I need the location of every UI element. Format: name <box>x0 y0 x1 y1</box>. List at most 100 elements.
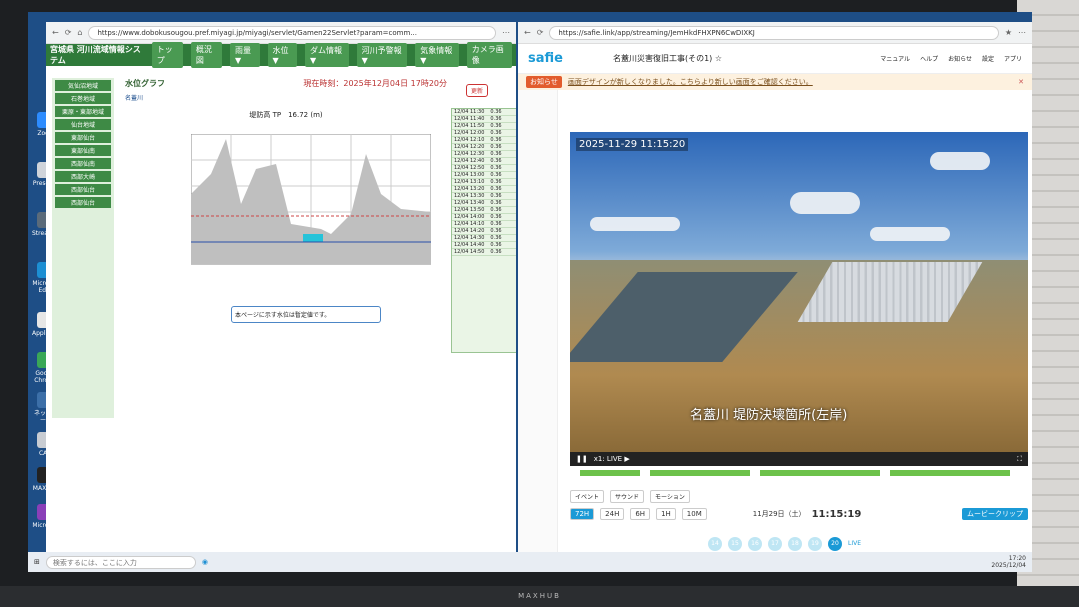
left-address-bar: ← ⟳ ⌂ https://www.dobokusougou.pref.miya… <box>46 22 516 44</box>
timeline[interactable] <box>570 468 1028 478</box>
day-15[interactable]: 15 <box>728 537 742 551</box>
table-value: 0.36 <box>490 172 502 178</box>
nav-camera[interactable]: カメラ画像 <box>466 42 512 68</box>
chip-motion[interactable]: モーション <box>650 490 690 503</box>
day-19[interactable]: 19 <box>808 537 822 551</box>
sidebar-item[interactable]: 仙台地域 <box>55 119 111 130</box>
range-24h[interactable]: 24H <box>600 508 625 520</box>
sidebar-item[interactable]: 気仙沼地域 <box>55 80 111 91</box>
favorite-icon[interactable]: ★ <box>1005 28 1012 37</box>
playback-date: 11月29日（土） <box>752 510 806 518</box>
sidebar-item[interactable]: 西部仙台 <box>55 184 111 195</box>
sidebar-item[interactable]: 東部仙台 <box>55 132 111 143</box>
site-title: 宮城県 河川流域情報システム <box>50 45 141 65</box>
table-time: 12/04 11:30 <box>454 109 485 115</box>
table-row: 12/04 12:30 0.36 <box>452 151 516 158</box>
player-controls: ❚❚ x1: LIVE ▶ ⛶ <box>570 452 1028 466</box>
notice-bar: お知らせ 画面デザインが新しくなりました。こちらより新しい画面をご確認ください。… <box>518 74 1032 90</box>
table-value: 0.36 <box>490 151 502 157</box>
table-time: 12/04 13:50 <box>454 207 485 213</box>
nav-water-level[interactable]: 水位▼ <box>267 43 298 67</box>
table-time: 12/04 12:00 <box>454 130 485 136</box>
start-icon[interactable]: ⊞ <box>34 558 40 566</box>
range-72h[interactable]: 72H <box>570 508 595 520</box>
nav-dam[interactable]: ダム情報▼ <box>305 43 349 67</box>
day-16[interactable]: 16 <box>748 537 762 551</box>
day-14[interactable]: 14 <box>708 537 722 551</box>
header-settings[interactable]: 設定 <box>982 54 994 63</box>
table-time: 12/04 14:20 <box>454 228 485 234</box>
range-6h[interactable]: 6H <box>630 508 651 520</box>
table-value: 0.36 <box>490 193 502 199</box>
close-icon[interactable]: ✕ <box>1018 78 1024 86</box>
sidebar-item[interactable]: 栗原・東部地域 <box>55 106 111 117</box>
day-17[interactable]: 17 <box>768 537 782 551</box>
sidebar-item[interactable]: 西部大崎 <box>55 171 111 182</box>
reload-icon[interactable]: ⟳ <box>537 28 544 37</box>
back-icon[interactable]: ← <box>524 28 531 37</box>
chip-sound[interactable]: サウンド <box>610 490 645 503</box>
header-notice[interactable]: お知らせ <box>948 54 972 63</box>
sidebar-item[interactable]: 西部仙台 <box>55 197 111 208</box>
table-value: 0.36 <box>490 130 502 136</box>
table-time: 12/04 14:00 <box>454 214 485 220</box>
taskbar-search[interactable]: 検索するには、ここに入力 <box>45 555 196 569</box>
range-10m[interactable]: 10M <box>681 508 707 520</box>
menu-icon[interactable]: ⋯ <box>502 28 510 37</box>
nav-top[interactable]: トップ <box>151 42 183 68</box>
back-icon[interactable]: ← <box>52 28 59 37</box>
table-row: 12/04 14:00 0.36 <box>452 214 516 221</box>
range-1h[interactable]: 1H <box>656 508 676 520</box>
refresh-button[interactable]: 更新 <box>466 84 489 97</box>
tray-time: 17:20 <box>1008 555 1026 562</box>
table-value: 0.36 <box>490 221 502 227</box>
table-time: 12/04 14:10 <box>454 221 485 227</box>
table-row: 12/04 14:30 0.36 <box>452 235 516 242</box>
playback-speed[interactable]: x1: LIVE ▶ <box>594 455 630 463</box>
table-row: 12/04 11:40 0.36 <box>452 116 516 123</box>
table-row: 12/04 13:20 0.36 <box>452 186 516 193</box>
table-value: 0.36 <box>490 207 502 213</box>
nav-overview[interactable]: 概況図 <box>190 42 223 68</box>
water-level-panel: 水位グラフ 現在時刻：2025年12月04日 17時20分 名蓋川 堤防高 TP… <box>121 76 451 336</box>
fullscreen-icon[interactable]: ⛶ <box>1017 455 1022 464</box>
sidebar-item[interactable]: 石巻地域 <box>55 93 111 104</box>
table-row: 12/04 12:00 0.36 <box>452 130 516 137</box>
pause-icon[interactable]: ❚❚ <box>576 455 588 463</box>
sidebar-item[interactable]: 西部仙南 <box>55 158 111 169</box>
table-row: 12/04 14:10 0.36 <box>452 221 516 228</box>
tray-date: 2025/12/04 <box>991 562 1026 569</box>
menu-icon[interactable]: ⋯ <box>1018 28 1026 37</box>
header-help[interactable]: ヘルプ <box>920 54 938 63</box>
edge-taskbar-icon[interactable]: ◉ <box>202 558 208 566</box>
header-app[interactable]: アプリ <box>1004 54 1022 63</box>
movie-clip-button[interactable]: ムービークリップ <box>962 508 1028 520</box>
nav-warning[interactable]: 河川予警報▼ <box>356 43 408 67</box>
right-url-input[interactable]: https://safie.link/app/streaming/JemHkdF… <box>549 25 999 40</box>
chip-event[interactable]: イベント <box>570 490 605 503</box>
table-row: 12/04 12:10 0.36 <box>452 137 516 144</box>
chart-title: 堤防高 TP 16.72 (m) <box>249 111 323 119</box>
table-row: 12/04 13:00 0.36 <box>452 172 516 179</box>
home-icon[interactable]: ⌂ <box>77 28 82 37</box>
table-time: 12/04 12:20 <box>454 144 485 150</box>
sidebar-item[interactable]: 東部仙南 <box>55 145 111 156</box>
table-time: 12/04 14:40 <box>454 242 485 248</box>
left-url-input[interactable]: https://www.dobokusougou.pref.miyagi.jp/… <box>88 25 496 40</box>
right-address-bar: ← ⟳ https://safie.link/app/streaming/Jem… <box>518 22 1032 44</box>
video-sky <box>570 132 1028 272</box>
day-18[interactable]: 18 <box>788 537 802 551</box>
event-chips: イベント サウンド モーション <box>570 490 690 503</box>
table-value: 0.36 <box>490 235 502 241</box>
screen: Zoom Presenta StreamGr Microsoft Edge Ap… <box>28 12 1032 572</box>
camera-video[interactable]: 2025-11-29 11:15:20 名蓋川 堤防決壊箇所(左岸) <box>570 132 1028 452</box>
safie-logo[interactable]: safie <box>528 51 563 66</box>
notice-link[interactable]: 画面デザインが新しくなりました。こちらより新しい画面をご確認ください。 <box>568 77 813 87</box>
safie-sidebar <box>518 90 558 552</box>
nav-rain[interactable]: 雨量▼ <box>230 43 260 67</box>
live-link[interactable]: LIVE <box>848 537 861 551</box>
day-20[interactable]: 20 <box>828 537 842 551</box>
header-manual[interactable]: マニュアル <box>880 54 910 63</box>
nav-weather[interactable]: 気象情報▼ <box>415 43 459 67</box>
reload-icon[interactable]: ⟳ <box>65 28 72 37</box>
